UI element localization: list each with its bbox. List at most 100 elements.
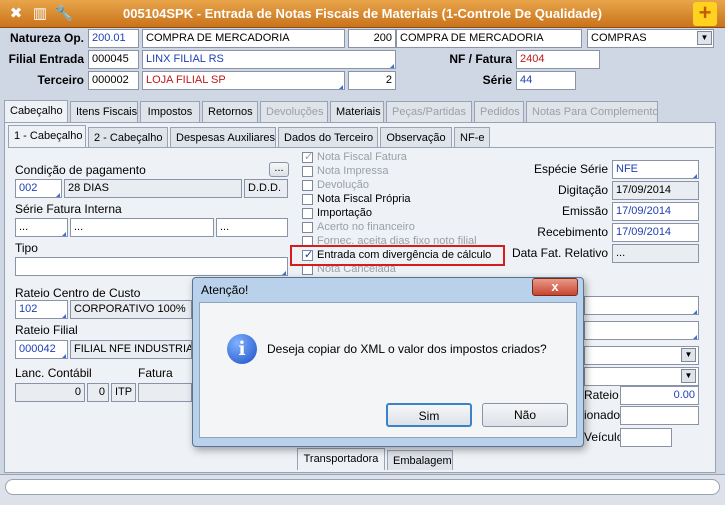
tab-pedidos: Pedidos bbox=[474, 101, 524, 122]
tab-embalagem[interactable]: Embalagem bbox=[387, 450, 453, 470]
status-progress bbox=[5, 479, 720, 495]
subtab-2-cabecalho[interactable]: 2 - Cabeçalho bbox=[88, 127, 168, 148]
tipo-label: Tipo bbox=[15, 241, 38, 255]
subtab-nfe[interactable]: NF-e bbox=[454, 127, 490, 148]
subtab-dados-terceiro[interactable]: Dados do Terceiro bbox=[278, 127, 378, 148]
filial-label: Filial Entrada bbox=[8, 52, 84, 66]
highlight-box bbox=[290, 245, 505, 266]
cond-pagamento-lookup-button[interactable]: ... bbox=[269, 162, 289, 177]
rateio-filial-code-field[interactable]: 000042 bbox=[15, 340, 68, 359]
check-label-4: Importação bbox=[317, 207, 373, 219]
serie-label: Série bbox=[482, 73, 512, 87]
especie-field[interactable]: NFE bbox=[612, 160, 699, 179]
dialog-title: Atenção! bbox=[201, 283, 249, 297]
dialog-message: Deseja copiar do XML o valor dos imposto… bbox=[267, 342, 547, 356]
chevron-down-icon[interactable]: ▼ bbox=[681, 369, 696, 383]
rateio-cc-code-field[interactable]: 102 bbox=[15, 300, 68, 319]
cond-desc-field: 28 DIAS bbox=[64, 179, 242, 198]
serie-fatura-field-1[interactable]: ... bbox=[15, 218, 68, 237]
tab-cabecalho[interactable]: Cabeçalho bbox=[4, 100, 68, 123]
emissao-field[interactable]: 17/09/2014 bbox=[612, 202, 699, 221]
tab-impostos[interactable]: Impostos bbox=[140, 101, 200, 122]
rateio-label: Rateio bbox=[584, 388, 619, 402]
no-button[interactable]: Não bbox=[482, 403, 568, 427]
emissao-label: Emissão bbox=[561, 204, 608, 218]
add-icon[interactable]: + bbox=[693, 2, 717, 26]
close-window-icon[interactable]: ✖ bbox=[6, 4, 26, 24]
natureza-desc-field: COMPRA DE MERCADORIA bbox=[142, 29, 345, 48]
dialog-close-button[interactable]: x bbox=[532, 278, 578, 296]
wrench-icon[interactable]: 🔧 bbox=[54, 4, 74, 24]
serie-fatura-label: Série Fatura Interna bbox=[15, 202, 122, 216]
check-label-0: Nota Fiscal Fatura bbox=[317, 151, 407, 163]
serie-fatura-value-1: ... bbox=[19, 221, 29, 233]
yes-button[interactable]: Sim bbox=[386, 403, 472, 427]
nf-field[interactable]: 2404 bbox=[516, 50, 600, 69]
digitacao-field: 17/09/2014 bbox=[612, 181, 699, 200]
cond-code-field[interactable]: 002 bbox=[15, 179, 62, 198]
lanc-field-1: 0 bbox=[15, 383, 85, 402]
checkbox-nota-fiscal-fatura[interactable]: ✓ bbox=[302, 151, 313, 163]
recebimento-field[interactable]: 17/09/2014 bbox=[612, 223, 699, 242]
right-field-1[interactable] bbox=[584, 296, 699, 315]
fatura-label: Fatura bbox=[138, 366, 173, 380]
chevron-down-icon[interactable]: ▼ bbox=[681, 348, 696, 362]
especie-label: Espécie Série bbox=[533, 162, 608, 176]
cond-ddd-field: D.D.D. bbox=[244, 179, 288, 198]
ionado-field[interactable] bbox=[620, 406, 699, 425]
tab-materiais[interactable]: Materiais bbox=[330, 101, 384, 122]
recebimento-label: Recebimento bbox=[537, 225, 608, 239]
rateio-field[interactable]: 0.00 bbox=[620, 386, 699, 405]
tab-transportadora[interactable]: Transportadora bbox=[297, 448, 385, 470]
checkbox-devolucao[interactable] bbox=[302, 180, 313, 191]
chevron-down-icon[interactable]: ▼ bbox=[697, 31, 712, 45]
traffic-light-icon[interactable]: ▥ bbox=[30, 4, 50, 24]
checkbox-importacao[interactable] bbox=[302, 208, 313, 219]
terceiro-label: Terceiro bbox=[37, 73, 84, 87]
nf-label: NF / Fatura bbox=[449, 52, 512, 66]
check-label-3: Nota Fiscal Própria bbox=[317, 193, 411, 205]
natureza-desc2-field: COMPRA DE MERCADORIA bbox=[396, 29, 582, 48]
check-label-1: Nota Impressa bbox=[317, 165, 389, 177]
right-field-2[interactable] bbox=[584, 321, 699, 340]
veiculo-field[interactable] bbox=[620, 428, 672, 447]
rateio-cc-desc-field: CORPORATIVO 100% bbox=[70, 300, 192, 319]
fatura-field bbox=[138, 383, 192, 402]
subtab-observacao[interactable]: Observação bbox=[380, 127, 452, 148]
terceiro-name-field[interactable]: LOJA FILIAL SP bbox=[142, 71, 345, 90]
natureza-code-field[interactable]: 200.01 bbox=[88, 29, 139, 48]
tab-itens-fiscais[interactable]: Itens Fiscais bbox=[70, 101, 138, 122]
natureza-label: Natureza Op. bbox=[10, 31, 85, 45]
rateio-filial-code-value: 000042 bbox=[19, 343, 56, 355]
tab-retornos[interactable]: Retornos bbox=[202, 101, 258, 122]
checkbox-acerto-financeiro[interactable] bbox=[302, 222, 313, 233]
lanc-field-2: 0 bbox=[87, 383, 109, 402]
serie-field[interactable]: 44 bbox=[516, 71, 576, 90]
subtab-despesas[interactable]: Despesas Auxiliares bbox=[170, 127, 276, 148]
natureza-num-field: 200 bbox=[348, 29, 396, 48]
info-icon: i bbox=[227, 334, 257, 364]
serie-fatura-field-2: ... bbox=[70, 218, 214, 237]
tab-notas-complemento: Notas Para Complemento bbox=[526, 101, 659, 122]
filial-code-field[interactable]: 000045 bbox=[88, 50, 139, 69]
rateio-filial-desc-field: FILIAL NFE INDUSTRIAL bbox=[70, 340, 192, 359]
checkbox-nota-impressa[interactable] bbox=[302, 166, 313, 177]
natureza-tipo-value: COMPRAS bbox=[591, 32, 647, 44]
tab-devolucoes: Devoluções bbox=[260, 101, 328, 122]
tab-pecas-partidas: Peças/Partidas bbox=[386, 101, 472, 122]
data-fat-field: ... bbox=[612, 244, 699, 263]
filial-name-value: LINX FILIAL RS bbox=[146, 53, 224, 65]
subtab-1-cabecalho[interactable]: 1 - Cabeçalho bbox=[8, 125, 86, 148]
natureza-tipo-select[interactable]: COMPRAS bbox=[587, 29, 714, 48]
especie-value: NFE bbox=[616, 163, 638, 175]
terceiro-name-value: LOJA FILIAL SP bbox=[146, 74, 226, 86]
check-label-2: Devolução bbox=[317, 179, 369, 191]
rateio-cc-label: Rateio Centro de Custo bbox=[15, 286, 141, 300]
checkbox-nota-fiscal-propria[interactable] bbox=[302, 194, 313, 205]
lanc-contabil-label: Lanc. Contábil bbox=[15, 366, 92, 380]
ionado-label: ionado bbox=[584, 408, 621, 422]
terceiro-code-field[interactable]: 000002 bbox=[88, 71, 139, 90]
digitacao-label: Digitação bbox=[557, 183, 608, 197]
filial-name-field[interactable]: LINX FILIAL RS bbox=[142, 50, 396, 69]
tipo-field[interactable] bbox=[15, 257, 288, 276]
